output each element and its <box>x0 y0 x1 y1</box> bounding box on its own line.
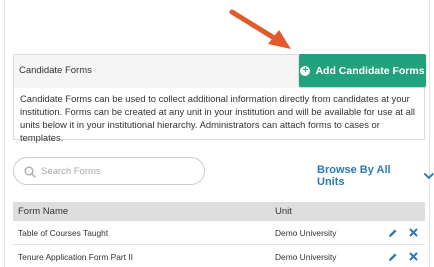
column-header-form-name[interactable]: Form Name <box>18 206 68 217</box>
column-header-unit[interactable]: Unit <box>275 206 292 217</box>
panel-body: Candidate Forms can be used to collect a… <box>13 88 425 143</box>
unit-cell: Demo University <box>275 228 337 238</box>
search-input[interactable]: Search Forms <box>13 157 205 185</box>
close-icon[interactable] <box>409 252 418 261</box>
browse-label: Browse By All Units <box>317 164 391 188</box>
plus-circle-icon: + <box>300 65 311 76</box>
panel-title: Candidate Forms <box>19 65 92 76</box>
chevron-down-icon <box>424 173 434 179</box>
table-row: Table of Courses Taught Demo University <box>13 221 425 245</box>
panel-description: Candidate Forms can be used to collect a… <box>20 93 416 143</box>
close-icon[interactable] <box>409 228 418 237</box>
add-candidate-forms-button[interactable]: + Add Candidate Forms <box>299 54 426 87</box>
search-icon <box>24 166 36 178</box>
unit-cell: Demo University <box>275 252 337 262</box>
browse-units-dropdown[interactable]: Browse By All Units <box>317 164 434 188</box>
add-button-label: Add Candidate Forms <box>315 64 425 77</box>
form-name-cell: Tenure Application Form Part II <box>18 252 133 262</box>
form-name-cell: Table of Courses Taught <box>18 228 109 238</box>
search-placeholder: Search Forms <box>41 166 101 177</box>
pencil-icon[interactable] <box>388 252 398 262</box>
pencil-icon[interactable] <box>388 228 398 238</box>
table-header: Form Name Unit <box>13 202 425 221</box>
table-row: Tenure Application Form Part II Demo Uni… <box>13 245 425 267</box>
